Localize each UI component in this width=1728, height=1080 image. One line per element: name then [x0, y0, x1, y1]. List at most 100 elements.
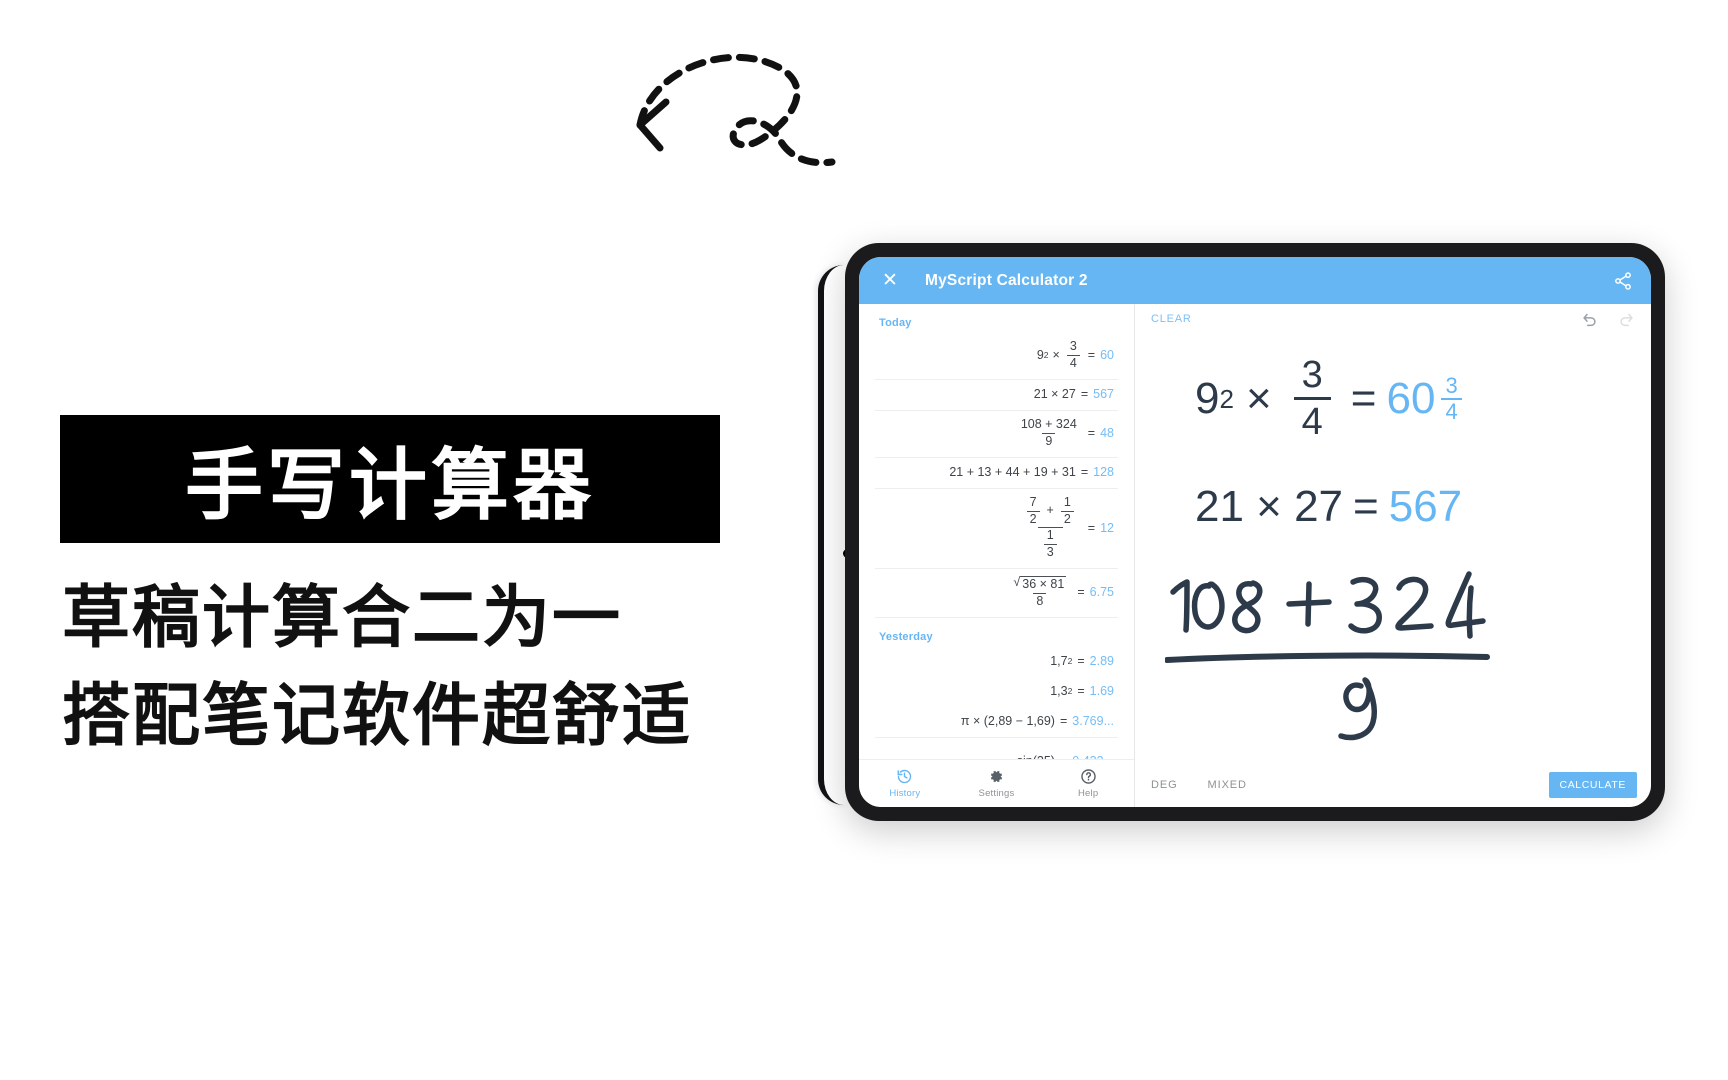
tablet-screen: ✕ MyScript Calculator 2 Today 9 2 × 3 4 =…: [859, 257, 1651, 807]
promo-subtitle-line-1: 草稿计算合二为一: [62, 579, 623, 658]
canvas-expr-base: 9: [1195, 373, 1220, 423]
history-result: 128: [1093, 465, 1114, 479]
fraction-denominator: 2: [1026, 510, 1040, 527]
fraction-denominator: 4: [1293, 397, 1331, 441]
angle-mode-button[interactable]: DEG: [1151, 779, 1178, 791]
fraction: 108 + 324 9: [1018, 417, 1080, 449]
promo-subtitle-line-2: 搭配笔记软件超舒适: [62, 677, 693, 756]
app-header: ✕ MyScript Calculator 2: [859, 257, 1651, 304]
fraction: 1 2: [1060, 495, 1074, 527]
canvas-expr-operator: ×: [1245, 373, 1272, 423]
fraction-denominator: 2: [1060, 510, 1074, 527]
fraction-numerator: 3: [1445, 372, 1458, 398]
nav-item-history[interactable]: History: [859, 760, 951, 807]
fraction-numerator: 3: [1301, 354, 1323, 396]
undo-icon[interactable]: [1581, 310, 1599, 328]
canvas-expression: 21 × 27: [1195, 482, 1344, 531]
app-body: Today 92 × 3 4 = 60 21 × 27 = 567 108 + …: [859, 304, 1651, 807]
fraction: 7 2 + 1 2 1 3: [1021, 495, 1080, 560]
gear-icon: [990, 770, 1003, 783]
equals-sign: =: [1077, 684, 1085, 698]
nav-item-help[interactable]: Help: [1042, 760, 1134, 807]
history-pane: Today 92 × 3 4 = 60 21 × 27 = 567 108 + …: [859, 304, 1135, 807]
fraction-denominator: 4: [1441, 397, 1462, 423]
fraction-numerator: √ 36 × 81: [1010, 575, 1069, 593]
history-result: 6.75: [1089, 585, 1114, 599]
history-group-label-yesterday: Yesterday: [879, 631, 933, 643]
canvas-result: 60: [1386, 373, 1436, 423]
fraction-mode-button[interactable]: MIXED: [1208, 779, 1247, 791]
canvas-expression-row: 21 × 27 = 567: [1195, 482, 1462, 532]
app-title: MyScript Calculator 2: [925, 271, 1088, 289]
history-result: 1.69: [1089, 684, 1114, 698]
history-item[interactable]: 21 × 27 = 567: [875, 380, 1118, 411]
square-root-icon: √ 36 × 81: [1013, 575, 1067, 591]
promo-title-bar: 手写计算器: [60, 415, 720, 543]
fraction: 7 2: [1026, 495, 1040, 527]
fraction-denominator: 9: [1042, 432, 1056, 449]
history-item[interactable]: 92 × 3 4 = 60: [875, 333, 1118, 380]
history-item[interactable]: 1,7 2 = 2.89: [875, 647, 1118, 677]
fraction-numerator: 1: [1046, 528, 1054, 542]
tablet-device: ✕ MyScript Calculator 2 Today 9 2 × 3 4 =…: [845, 243, 1665, 821]
result-fraction: 3 4: [1441, 372, 1462, 423]
history-result: 48: [1100, 426, 1114, 440]
history-group-label-today: Today: [879, 317, 912, 329]
history-item[interactable]: √ 36 × 81 8 = 6.75: [875, 569, 1118, 618]
equals-sign: =: [1087, 520, 1096, 535]
history-result: 2.89: [1089, 654, 1114, 668]
equals-sign: =: [1059, 714, 1068, 728]
history-item[interactable]: 1,3 2 = 1.69: [875, 677, 1118, 707]
history-item[interactable]: sin(25) = 0.422...: [875, 738, 1118, 759]
fraction-denominator: 1 3: [1037, 527, 1063, 560]
fraction-numerator: 3: [1069, 339, 1077, 353]
promo-title: 手写计算器: [184, 441, 595, 531]
canvas-toolbar: CLEAR: [1135, 304, 1651, 334]
bottom-navigation: History Settings Help: [859, 759, 1134, 807]
history-icon: [897, 769, 912, 784]
ink-canvas[interactable]: 92 × 3 4 = 60 3 4 21 × 27 = 567: [1135, 334, 1651, 763]
equals-sign: =: [1080, 465, 1089, 479]
equals-sign: =: [1080, 387, 1089, 401]
history-item[interactable]: 108 + 324 9 = 48: [875, 411, 1118, 458]
history-result: 60: [1100, 348, 1114, 362]
canvas-result: 567: [1388, 482, 1463, 531]
fraction-numerator: 7 2 + 1 2: [1021, 495, 1080, 527]
history-expression: 21 × 27: [1033, 387, 1076, 401]
nav-item-settings[interactable]: Settings: [951, 760, 1043, 807]
history-item[interactable]: 21 + 13 + 44 + 19 + 31 = 128: [875, 458, 1118, 489]
help-icon: [1080, 769, 1096, 784]
fraction: 3 4: [1066, 339, 1080, 371]
history-result: 3.769...: [1072, 714, 1114, 728]
history-item[interactable]: π × (2,89 − 1,69) = 3.769...: [875, 707, 1118, 738]
history-expression: π × (2,89 − 1,69): [960, 714, 1055, 728]
canvas-bottom-bar: DEG MIXED CALCULATE: [1135, 763, 1651, 807]
redo-icon[interactable]: [1617, 310, 1635, 328]
nav-label-settings: Settings: [978, 788, 1015, 799]
equals-sign: =: [1087, 348, 1096, 362]
fraction: √ 36 × 81 8: [1010, 575, 1069, 608]
history-expr-base: 1,3: [1050, 684, 1068, 698]
fraction: 3 4: [1293, 354, 1331, 441]
history-expr-base: 9: [1036, 348, 1044, 362]
history-item[interactable]: 7 2 + 1 2 1 3 = 12: [875, 489, 1118, 569]
history-result: 567: [1093, 387, 1114, 401]
equals-sign: =: [1077, 654, 1085, 668]
clear-button[interactable]: CLEAR: [1151, 313, 1192, 325]
fraction-denominator: 4: [1066, 354, 1080, 371]
fraction-numerator: 7: [1029, 495, 1037, 509]
fraction-denominator: 3: [1043, 543, 1057, 560]
dashed-arrow-icon: [636, 53, 836, 167]
history-expression: 21 + 13 + 44 + 19 + 31: [949, 465, 1076, 479]
equals-sign: =: [1353, 482, 1379, 531]
history-expr-operator: ×: [1052, 348, 1060, 362]
close-icon[interactable]: ✕: [879, 270, 901, 292]
nav-label-help: Help: [1078, 788, 1099, 799]
fraction: 1 3: [1043, 528, 1057, 560]
equals-sign: =: [1077, 585, 1085, 599]
history-scroll-area[interactable]: Today 92 × 3 4 = 60 21 × 27 = 567 108 + …: [859, 304, 1134, 759]
history-expr-base: 1,7: [1050, 654, 1068, 668]
background-device-edge: [818, 265, 846, 805]
calculate-button[interactable]: CALCULATE: [1548, 772, 1637, 798]
share-icon[interactable]: [1613, 271, 1633, 291]
